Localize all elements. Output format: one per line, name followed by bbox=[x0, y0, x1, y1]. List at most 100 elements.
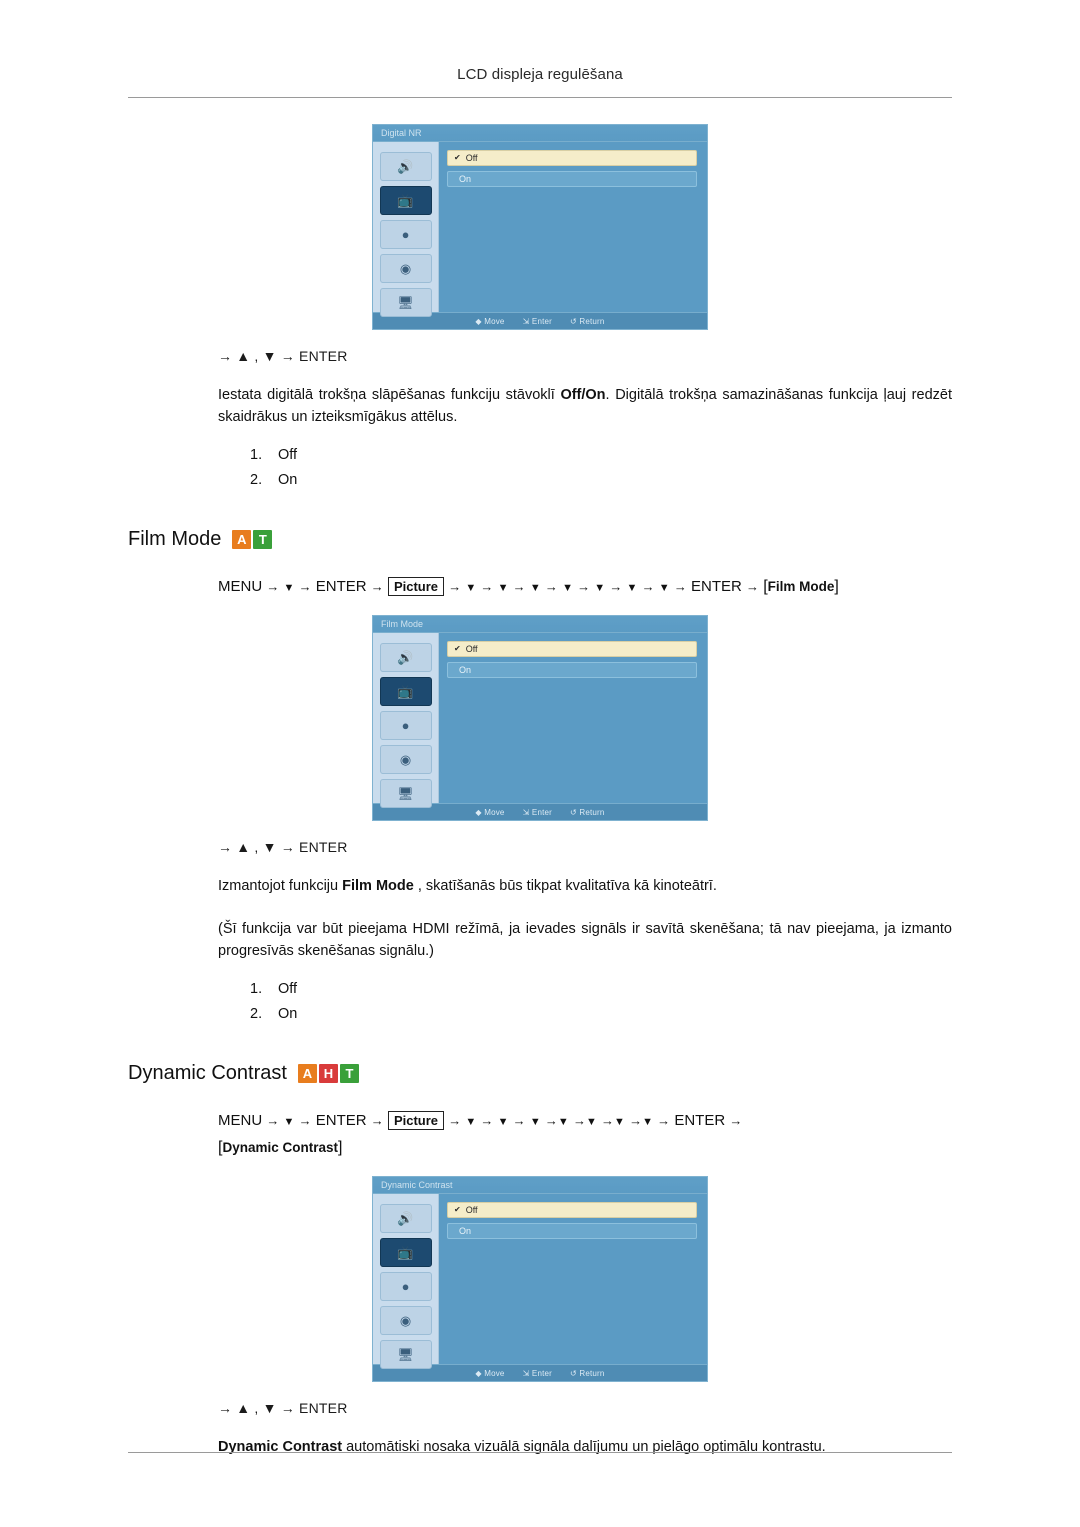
osd-item-on[interactable]: On bbox=[447, 1223, 697, 1240]
osd-item-label: On bbox=[459, 1226, 472, 1237]
osd-icon-column: 🔊 📺 ● ◉ 🖥 bbox=[373, 1194, 439, 1370]
enter-label-2: ENTER bbox=[674, 1111, 726, 1129]
page-header-title: LCD displeja regulēšana bbox=[457, 66, 623, 83]
menu-label: MENU bbox=[218, 1111, 263, 1129]
osd-screenshot-film-mode: Film Mode 🔊 📺 ● ◉ 🖥 ✔ Off On ◆ Move ⇲ En… bbox=[372, 615, 708, 822]
osd-item-on[interactable]: On bbox=[447, 662, 697, 679]
paragraph-post: , skatīšanās būs tikpat kvalitatīva kā k… bbox=[413, 878, 717, 895]
picture-icon[interactable]: 📺 bbox=[379, 186, 432, 215]
paragraph-bold: Off/On bbox=[560, 387, 606, 403]
return-hint: ↺ Return bbox=[570, 316, 605, 326]
badge-t: T bbox=[339, 1063, 359, 1083]
enter-label: ENTER bbox=[315, 577, 367, 595]
list-item: 1. Off bbox=[250, 446, 298, 463]
dynamic-contrast-chip: Dynamic Contrast bbox=[222, 1139, 338, 1155]
osd-item-list: ✔ Off On bbox=[439, 633, 707, 803]
osd-item-list: ✔ Off On bbox=[439, 142, 707, 312]
section-title-film-mode: Film Mode A T bbox=[128, 528, 952, 551]
paragraph-bold: Dynamic Contrast bbox=[218, 1439, 343, 1456]
setup-icon[interactable]: ● bbox=[379, 220, 432, 249]
osd-title: Dynamic Contrast bbox=[373, 1177, 707, 1195]
return-hint: ↺ Return bbox=[570, 1368, 605, 1378]
list-item: 1. Off bbox=[250, 980, 298, 997]
osd-screenshot-dynamic-contrast: Dynamic Contrast 🔊 📺 ● ◉ 🖥 ✔ Off On ◆ Mo… bbox=[372, 1176, 708, 1383]
osd-screenshot-digital-nr: Digital NR 🔊 📺 ● ◉ 🖥 ✔ Off On ◆ Move ⇲ E… bbox=[372, 124, 708, 330]
settings-icon[interactable]: ◉ bbox=[379, 1306, 432, 1336]
paragraph-pre: Izmantojot funkciju bbox=[218, 878, 343, 895]
settings-icon[interactable]: ◉ bbox=[379, 254, 432, 283]
paragraph-digital-nr: Iestata digitālā trokšņa slāpēšanas funk… bbox=[218, 384, 952, 429]
film-mode-chip: Film Mode bbox=[767, 578, 835, 594]
page-title: Film Mode bbox=[128, 527, 222, 550]
option-list-digital-nr: 1. Off 2. On bbox=[250, 443, 952, 494]
osd-item-label: Off bbox=[465, 644, 478, 655]
picture-menu-chip: Picture bbox=[387, 576, 445, 596]
document-page: LCD displeja regulēšana Digital NR 🔊 📺 ●… bbox=[0, 0, 1080, 1527]
paragraph-bold: Film Mode bbox=[342, 878, 414, 895]
option-label: Off bbox=[278, 980, 298, 997]
option-label: On bbox=[278, 1006, 298, 1023]
return-hint: ↺ Return bbox=[570, 807, 605, 817]
multi-control-icon[interactable]: 🖥 bbox=[379, 779, 432, 809]
picture-menu-chip: Picture bbox=[387, 1110, 445, 1130]
list-item: 2. On bbox=[250, 472, 298, 489]
osd-item-off[interactable]: ✔ Off bbox=[447, 641, 697, 658]
menu-path-film-mode: MENU → ▼ → ENTER → Picture → ▼ → ▼ → ▼ →… bbox=[218, 576, 839, 596]
osd-icon-column: 🔊 📺 ● ◉ 🖥 bbox=[373, 142, 439, 317]
picture-icon[interactable]: 📺 bbox=[379, 1238, 432, 1268]
move-hint: ◆ Move bbox=[475, 316, 505, 326]
option-label: On bbox=[278, 472, 298, 489]
osd-item-label: On bbox=[459, 174, 472, 184]
setup-icon[interactable]: ● bbox=[379, 1272, 432, 1302]
enter-hint: ⇲ Enter bbox=[522, 316, 553, 326]
sound-icon[interactable]: 🔊 bbox=[379, 152, 432, 181]
osd-title: Film Mode bbox=[373, 616, 707, 634]
menu-path-dynamic-contrast: MENU → ▼ → ENTER → Picture → ▼ → ▼ → ▼ →… bbox=[218, 1110, 743, 1156]
osd-item-list: ✔ Off On bbox=[439, 1194, 707, 1364]
check-icon: ✔ bbox=[454, 644, 461, 654]
paragraph-pre: Iestata digitālā trokšņa slāpēšanas funk… bbox=[218, 387, 561, 403]
osd-item-off[interactable]: ✔ Off bbox=[447, 150, 697, 166]
enter-label: ENTER bbox=[315, 1111, 367, 1129]
badge-group: A H T bbox=[297, 1063, 359, 1083]
paragraph-film-mode-1: Izmantojot funkciju Film Mode , skatīšan… bbox=[218, 875, 952, 897]
settings-icon[interactable]: ◉ bbox=[379, 745, 432, 775]
key-hint-film-mode: → ▲ , ▼ → ENTER bbox=[218, 839, 348, 856]
check-icon: ✔ bbox=[454, 1205, 461, 1215]
badge-h: H bbox=[318, 1063, 338, 1083]
option-label: Off bbox=[278, 446, 298, 463]
paragraph-post: automātiski nosaka vizuālā signāla dalīj… bbox=[342, 1439, 826, 1456]
multi-control-icon[interactable]: 🖥 bbox=[379, 288, 432, 317]
badge-group: A T bbox=[232, 529, 273, 549]
page-title: Dynamic Contrast bbox=[128, 1061, 287, 1084]
footer-divider bbox=[128, 1452, 952, 1453]
osd-item-off[interactable]: ✔ Off bbox=[447, 1202, 697, 1219]
sound-icon[interactable]: 🔊 bbox=[379, 1204, 432, 1234]
key-hint-digital-nr: → ▲ , ▼ → ENTER bbox=[218, 348, 348, 364]
osd-item-on[interactable]: On bbox=[447, 171, 697, 187]
option-list-film-mode: 1. Off 2. On bbox=[250, 977, 952, 1028]
badge-a: A bbox=[232, 529, 252, 549]
setup-icon[interactable]: ● bbox=[379, 711, 432, 741]
paragraph-film-mode-2: (Šī funkcija var būt pieejama HDMI režīm… bbox=[218, 920, 952, 960]
osd-item-label: On bbox=[459, 665, 472, 676]
key-hint-dynamic-contrast: → ▲ , ▼ → ENTER bbox=[218, 1400, 348, 1417]
enter-hint: ⇲ Enter bbox=[522, 807, 553, 817]
move-hint: ◆ Move bbox=[475, 1368, 505, 1378]
move-hint: ◆ Move bbox=[475, 807, 505, 817]
enter-hint: ⇲ Enter bbox=[522, 1368, 553, 1378]
osd-body: 🔊 📺 ● ◉ 🖥 ✔ Off On bbox=[373, 1194, 707, 1370]
picture-icon[interactable]: 📺 bbox=[379, 677, 432, 707]
osd-item-label: Off bbox=[465, 1205, 478, 1216]
multi-control-icon[interactable]: 🖥 bbox=[379, 1340, 432, 1370]
osd-icon-column: 🔊 📺 ● ◉ 🖥 bbox=[373, 633, 439, 809]
badge-t: T bbox=[253, 529, 273, 549]
section-title-dynamic-contrast: Dynamic Contrast A H T bbox=[128, 1062, 952, 1085]
header-divider bbox=[128, 97, 952, 98]
menu-label: MENU bbox=[218, 577, 263, 595]
enter-label-2: ENTER bbox=[691, 577, 742, 595]
osd-item-label: Off bbox=[465, 153, 478, 163]
check-icon: ✔ bbox=[454, 153, 461, 162]
osd-body: 🔊 📺 ● ◉ 🖥 ✔ Off On bbox=[373, 633, 707, 809]
sound-icon[interactable]: 🔊 bbox=[379, 643, 432, 673]
